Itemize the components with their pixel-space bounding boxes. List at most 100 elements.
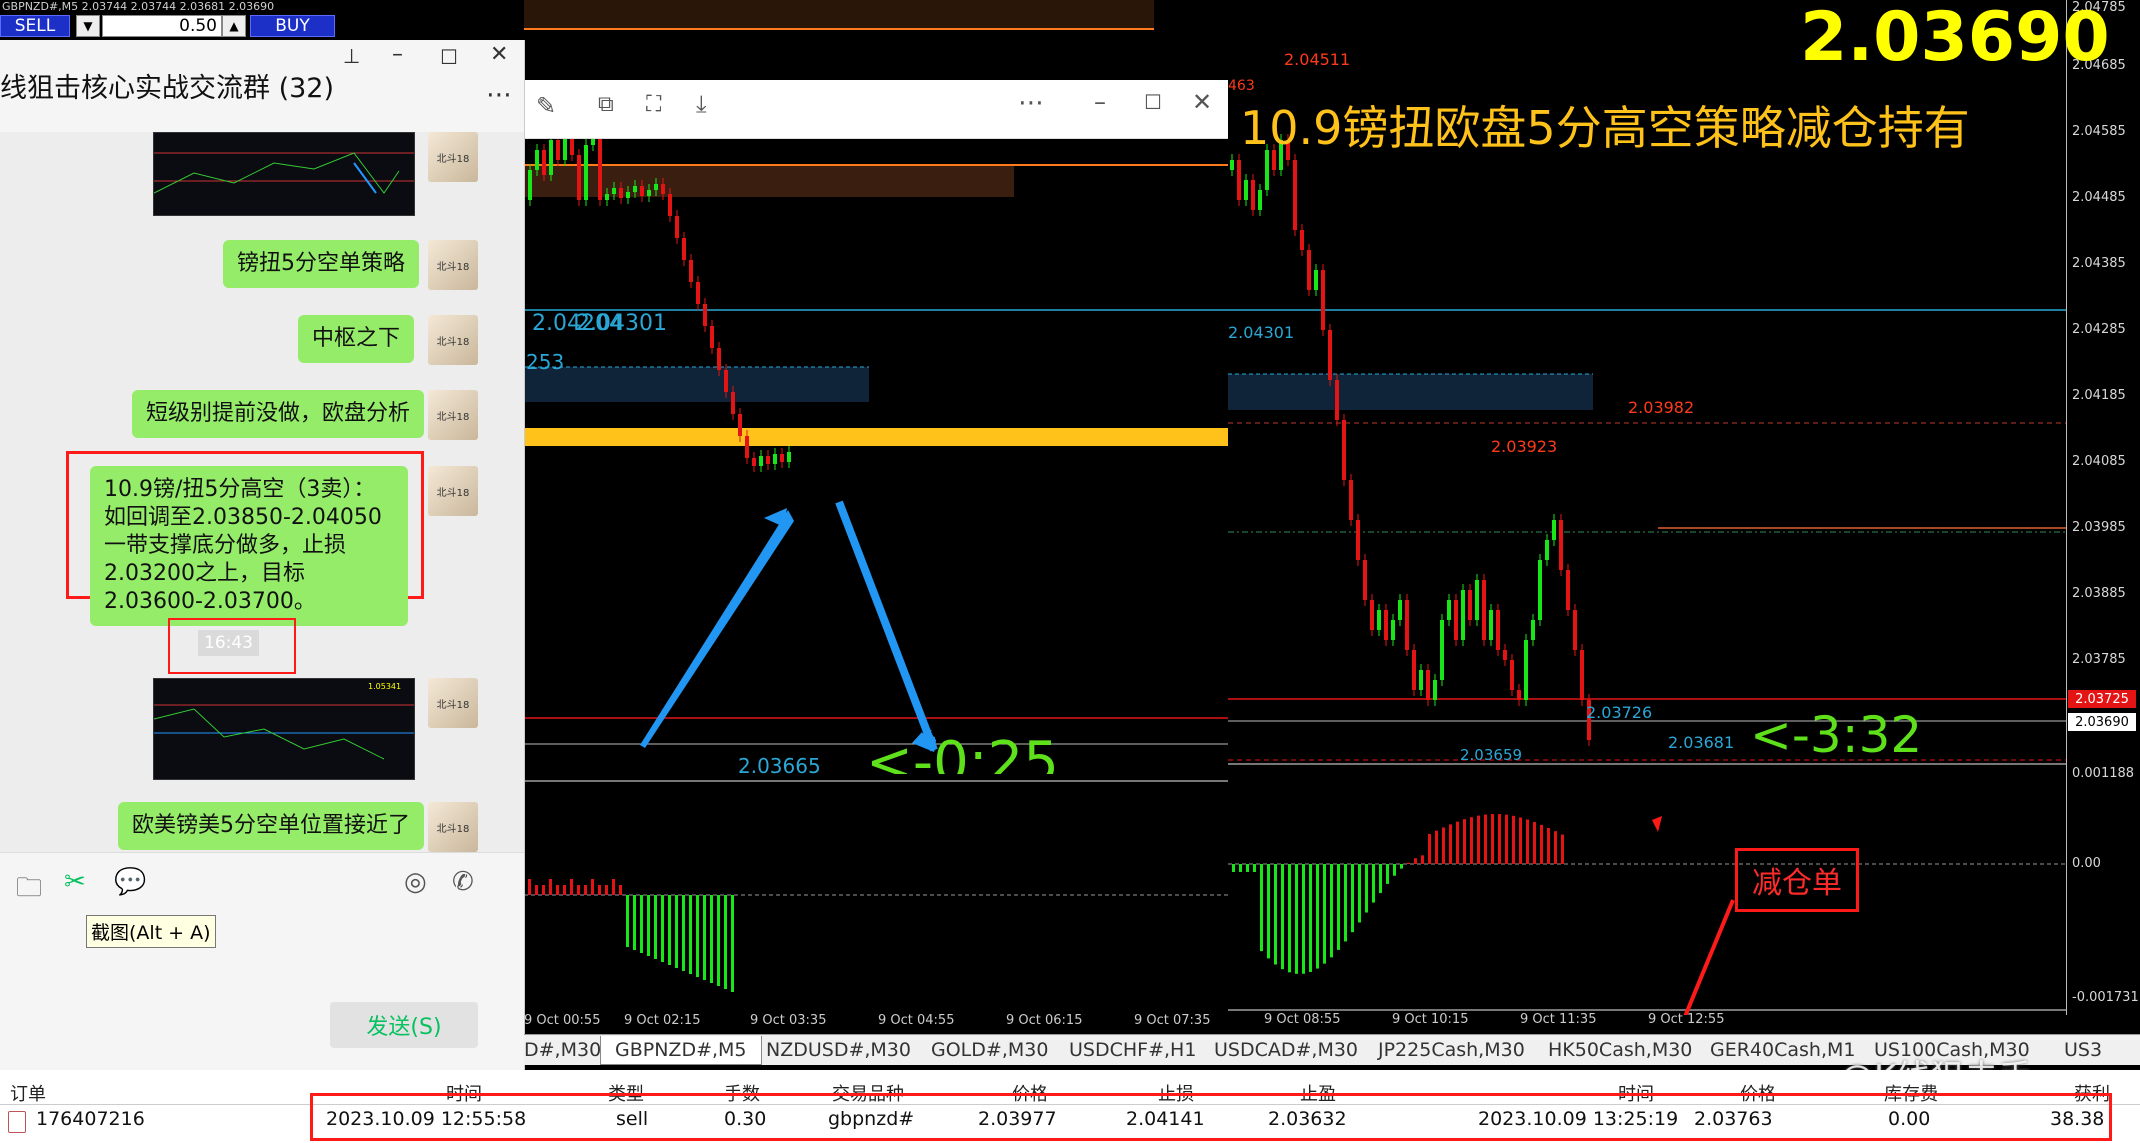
macd-bar (1470, 817, 1473, 864)
candle (1258, 190, 1262, 210)
candle (780, 454, 784, 462)
edit-icon[interactable]: ✎ (536, 92, 556, 120)
ask-price-tag: 2.03725 (2068, 690, 2136, 708)
minimize-icon[interactable]: – (392, 42, 403, 67)
close-icon[interactable]: ✕ (490, 42, 508, 67)
time-label: 9 Oct 08:55 (1264, 1012, 1341, 1027)
tab-chart[interactable]: D#,M30 (524, 1036, 601, 1064)
avatar[interactable]: 北斗18 (428, 240, 478, 290)
candle (682, 238, 686, 260)
axis-tick: 2.04285 (2072, 322, 2126, 337)
candle (1251, 180, 1255, 210)
lot-size-input[interactable]: 0.50 (102, 15, 222, 37)
crop-icon[interactable]: ⛶ (646, 92, 661, 117)
axis-tick: 2.04385 (2072, 256, 2126, 271)
chat-message[interactable]: 欧美镑美5分空单位置接近了 (118, 802, 424, 850)
candle (1433, 680, 1437, 700)
image-viewer-window: 2.04204 2.04301 253 2.03665 <-0:25 9 Oct… (524, 80, 1228, 1031)
macd-bar (528, 879, 531, 895)
send-button[interactable]: 发送(S) (330, 1002, 478, 1048)
live-icon[interactable]: ◎ (404, 867, 427, 897)
chat-message[interactable]: 镑扭5分空单策略 (223, 240, 419, 288)
candle (1370, 600, 1374, 630)
avatar[interactable]: 北斗18 (428, 315, 478, 365)
candle (1349, 480, 1353, 520)
macd-bar (1456, 821, 1459, 864)
macd-bar (626, 895, 629, 947)
screenshot-icon[interactable]: ✂ (64, 867, 86, 897)
translate-icon[interactable]: ⧉ (598, 92, 614, 117)
tab-chart[interactable]: HK50Cash,M30 (1548, 1036, 1692, 1064)
macd-bar (549, 879, 552, 895)
avatar[interactable]: 北斗18 (428, 132, 478, 182)
more-icon[interactable]: ⋯ (1018, 88, 1044, 118)
minimize-icon[interactable]: – (1094, 88, 1106, 116)
macd-bar (563, 885, 566, 895)
chat-message[interactable]: 短级别提前没做，欧盘分析 (132, 390, 425, 438)
message-list[interactable]: 北斗18 镑扭5分空单策略 北斗18 中枢之下 北斗18 短级别提前没做，欧盘分… (0, 132, 524, 852)
macd-bar (1309, 864, 1312, 972)
image-message[interactable]: 1.05341 (153, 678, 415, 780)
one-click-trading-panel: GBPNZD#,M5 2.03744 2.03744 2.03681 2.036… (0, 0, 335, 40)
close-icon[interactable]: ✕ (1192, 88, 1212, 116)
viewer-toolbar: ✎ ⧉ ⛶ ⤓ ⋯ – ☐ ✕ (524, 80, 1228, 139)
profit: 38.38 (2050, 1108, 2105, 1130)
chat-message[interactable]: 10.9镑/扭5分高空（3卖）：如回调至2.03850-2.04050一带支撑底… (90, 466, 408, 626)
macd-bar (724, 895, 727, 989)
candle (1230, 160, 1234, 170)
sell-button[interactable]: SELL (0, 15, 70, 37)
pin-icon[interactable]: ⊥ (343, 44, 360, 68)
tab-chart[interactable]: US3 (2064, 1036, 2102, 1064)
lot-up-icon[interactable]: ▲ (222, 15, 246, 37)
macd-bar (612, 879, 615, 895)
macd-bar (1232, 864, 1235, 872)
candle (1580, 650, 1584, 700)
folder-icon[interactable]: 🗀 (16, 869, 42, 913)
candle (745, 436, 749, 458)
stop-loss: 2.04141 (1126, 1108, 1205, 1130)
tab-chart[interactable]: USDCAD#,M30 (1214, 1036, 1358, 1064)
call-icon[interactable]: ✆ (452, 867, 474, 897)
tab-chart-active[interactable]: GBPNZD#,M5 (600, 1036, 762, 1065)
maximize-icon[interactable]: ☐ (440, 45, 458, 69)
avatar[interactable]: 北斗18 (428, 678, 478, 728)
symbol-info: GBPNZD#,M5 2.03744 2.03744 2.03681 2.036… (2, 0, 275, 13)
avatar[interactable]: 北斗18 (428, 802, 478, 852)
axis-tick: -0.001731 (2072, 990, 2139, 1005)
candle (1377, 610, 1381, 630)
tab-chart[interactable]: NZDUSD#,M30 (766, 1036, 911, 1064)
tab-chart[interactable]: GOLD#,M30 (931, 1036, 1048, 1064)
candle (731, 392, 735, 414)
macd-bar (1414, 858, 1417, 864)
tab-chart[interactable]: GER40Cash,M1 (1710, 1036, 1855, 1064)
more-icon[interactable]: ⋯ (486, 80, 512, 110)
group-title[interactable]: 线狙击核心实战交流群 (32) (0, 66, 334, 105)
time-label: 9 Oct 02:15 (624, 1013, 701, 1028)
candle (1293, 160, 1297, 230)
column-header[interactable]: 订单 (10, 1080, 46, 1106)
download-icon[interactable]: ⤓ (696, 90, 707, 118)
buy-button[interactable]: BUY (250, 15, 335, 37)
resistance-zone (524, 0, 1154, 30)
avatar[interactable]: 北斗18 (428, 390, 478, 440)
tab-chart[interactable]: JP225Cash,M30 (1378, 1036, 1525, 1064)
maximize-icon[interactable]: ☐ (1144, 90, 1162, 114)
candle (1412, 650, 1416, 690)
image-message[interactable] (153, 132, 415, 216)
macd-bar (1491, 814, 1494, 864)
macd-bar (640, 895, 643, 953)
chat-message[interactable]: 中枢之下 (298, 315, 415, 363)
candle (1398, 600, 1402, 620)
candle (1538, 560, 1542, 620)
avatar[interactable]: 北斗18 (428, 466, 478, 516)
order-id[interactable]: 176407216 (36, 1108, 145, 1130)
macd-bar (1400, 864, 1403, 869)
tab-chart[interactable]: USDCHF#,H1 (1069, 1036, 1196, 1064)
chat-history-icon[interactable]: 💬 (114, 867, 146, 897)
candle (535, 150, 539, 170)
macd-bar (556, 885, 559, 895)
symbol: gbpnzd# (828, 1108, 915, 1130)
lot-down-icon[interactable]: ▼ (76, 15, 100, 37)
macd-bar (1302, 864, 1305, 974)
close-price: 2.03763 (1694, 1108, 1773, 1130)
